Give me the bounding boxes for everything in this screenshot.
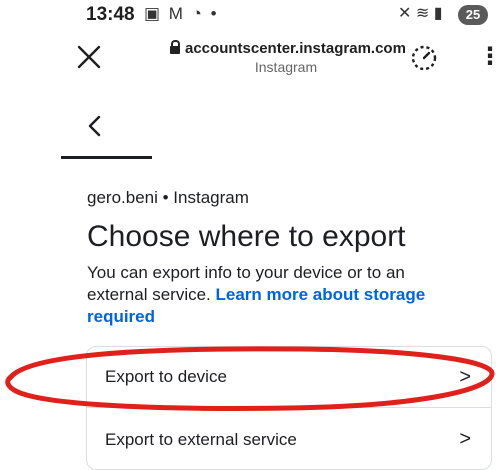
status-time: 13:48	[86, 4, 135, 25]
option-label: Export to external service	[105, 429, 297, 449]
page-title: Choose where to export	[87, 220, 406, 253]
page-description: You can export info to your device or to…	[87, 263, 426, 326]
export-to-external-service-button[interactable]: Export to external service >	[87, 409, 491, 470]
site-name: Instagram	[254, 59, 318, 75]
timer-icon[interactable]	[410, 44, 438, 72]
chevron-right-icon: >	[459, 365, 471, 388]
url-text: accountscenter.instagram.com	[185, 40, 406, 57]
chevron-right-icon: >	[459, 428, 471, 450]
close-icon[interactable]	[76, 44, 102, 70]
notification-icons: ▣ M ◔ •	[144, 4, 219, 23]
account-label: gero.beni • Instagram	[87, 188, 249, 207]
export-to-device-button[interactable]: Export to device >	[87, 347, 491, 408]
battery-icon: 25	[458, 5, 488, 25]
connectivity-icons: ✕ ≋ ▮	[398, 5, 443, 22]
more-options-icon[interactable]: ⋮	[478, 44, 496, 70]
back-button[interactable]	[84, 112, 106, 140]
option-label: Export to device	[105, 367, 227, 386]
lock-icon	[170, 40, 180, 54]
address-bar[interactable]: accountscenter.instagram.com Instagram	[170, 40, 406, 75]
export-options-list: Export to device > Export to external se…	[86, 346, 492, 470]
divider	[61, 156, 152, 159]
